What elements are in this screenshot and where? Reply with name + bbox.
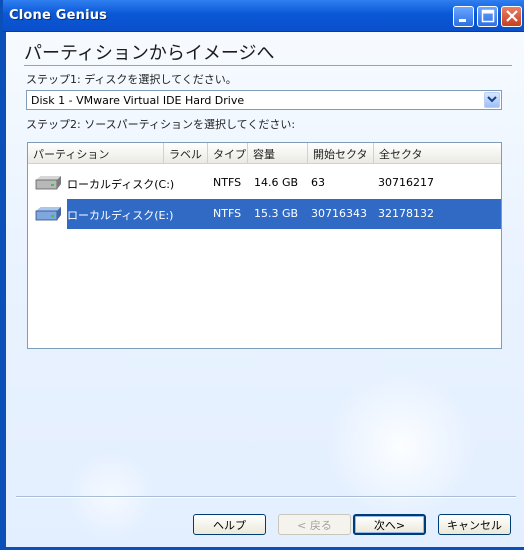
partition-list-header: パーティション ラベル タイプ 容量 開始セクタ 全セクタ <box>28 143 501 164</box>
partition-total-sectors: 32178132 <box>378 207 434 220</box>
title-bar[interactable]: Clone Genius <box>3 0 524 32</box>
partition-type: NTFS <box>213 176 242 189</box>
maximize-button[interactable] <box>477 6 498 27</box>
wizard-content: パーティションからイメージへ ステップ1: ディスクを選択してください。 Dis… <box>6 32 524 547</box>
cancel-button[interactable]: キャンセル <box>438 514 511 535</box>
footer-divider <box>16 496 516 498</box>
partition-capacity: 15.3 GB <box>254 207 299 220</box>
title-divider <box>24 65 512 66</box>
disk-select[interactable]: Disk 1 - VMware Virtual IDE Hard Drive <box>26 90 502 110</box>
help-button[interactable]: ヘルプ <box>193 514 266 535</box>
close-button[interactable] <box>501 6 522 27</box>
minimize-icon <box>454 7 473 26</box>
partition-name: ローカルディスク(E:) <box>67 209 174 222</box>
partition-start-sector: 63 <box>311 176 325 189</box>
column-header-type[interactable]: タイプ <box>208 143 248 163</box>
background-glow <box>326 372 476 522</box>
column-header-start-sector[interactable]: 開始セクタ <box>308 143 374 163</box>
partition-capacity: 14.6 GB <box>254 176 299 189</box>
partition-name: ローカルディスク(C:) <box>67 178 175 191</box>
maximize-icon <box>478 7 497 26</box>
close-icon <box>502 7 521 26</box>
back-button[interactable]: < 戻る <box>278 514 351 535</box>
next-button[interactable]: 次へ> <box>353 514 426 535</box>
step1-label: ステップ1: ディスクを選択してください。 <box>26 73 237 86</box>
page-title: パーティションからイメージへ <box>24 43 275 64</box>
partition-total-sectors: 30716217 <box>378 176 434 189</box>
disk-select-value: Disk 1 - VMware Virtual IDE Hard Drive <box>31 94 245 107</box>
hard-drive-icon <box>35 176 61 190</box>
partition-type: NTFS <box>213 207 242 220</box>
column-header-total-sectors[interactable]: 全セクタ <box>374 143 501 163</box>
partition-list[interactable]: パーティション ラベル タイプ 容量 開始セクタ 全セクタ ローカルディスク(C… <box>27 142 502 349</box>
window-title: Clone Genius <box>9 8 108 23</box>
table-row-selected[interactable]: ローカルディスク(E:) NTFS 15.3 GB 30716343 32178… <box>28 199 501 229</box>
table-row[interactable]: ローカルディスク(C:) NTFS 14.6 GB 63 30716217 <box>28 168 501 198</box>
column-header-partition[interactable]: パーティション <box>28 143 164 163</box>
wizard-window: Clone Genius パーティションからイメージへ ステップ1: ディスクを… <box>0 0 524 550</box>
column-header-label[interactable]: ラベル <box>164 143 208 163</box>
hard-drive-icon <box>35 207 61 221</box>
minimize-button[interactable] <box>453 6 474 27</box>
step2-label: ステップ2: ソースパーティションを選択してください: <box>26 118 296 131</box>
chevron-down-icon[interactable] <box>484 92 500 108</box>
column-header-capacity[interactable]: 容量 <box>248 143 308 163</box>
partition-start-sector: 30716343 <box>311 207 367 220</box>
